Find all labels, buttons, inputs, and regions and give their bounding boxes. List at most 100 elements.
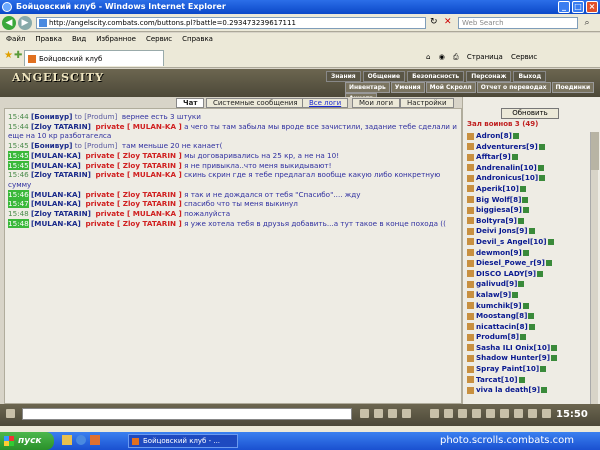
search-icon[interactable]: ⌕	[580, 17, 594, 29]
player-item[interactable]: nicattacin[8]	[467, 322, 595, 333]
player-name[interactable]: kalaw[9]	[476, 290, 511, 299]
player-name[interactable]: biggiesa[9]	[476, 205, 522, 214]
player-name[interactable]: galivud[9]	[476, 279, 517, 288]
quicklaunch-media-icon[interactable]	[90, 435, 100, 445]
player-name[interactable]: Produm[8]	[476, 332, 519, 341]
forward-button[interactable]: ▶	[18, 16, 32, 30]
close-button[interactable]: ×	[586, 1, 598, 13]
scroll-lock-icon[interactable]	[528, 409, 537, 418]
message-sender[interactable]: [Zloy TATARIN]	[31, 209, 91, 218]
sound-icon[interactable]	[486, 409, 495, 418]
sub-battles[interactable]: Поединки	[551, 82, 595, 93]
player-item[interactable]: Adron[8]	[467, 131, 595, 142]
menu-edit[interactable]: Правка	[35, 35, 62, 43]
player-item[interactable]: viva la death[9]	[467, 385, 595, 396]
message-recipient[interactable]: to [Produm]	[75, 141, 118, 150]
player-item[interactable]: Deivi Jons[9]	[467, 226, 595, 237]
exit-chat-icon[interactable]	[542, 409, 551, 418]
info-icon[interactable]	[512, 133, 519, 139]
nav-security[interactable]: Безопасность	[407, 71, 465, 82]
info-icon[interactable]	[547, 238, 554, 245]
nav-knowledge[interactable]: Знания	[326, 71, 361, 82]
player-item[interactable]: Big Wolf[8]	[467, 195, 595, 206]
player-item[interactable]: Devil_s Angel[10]	[467, 237, 595, 248]
tab-settings[interactable]: Настройки	[400, 98, 454, 108]
player-item[interactable]: Adventurers[9]	[467, 142, 595, 153]
sub-transfers[interactable]: Отчет о переводах	[476, 82, 551, 93]
info-icon[interactable]	[500, 409, 509, 418]
refresh-button[interactable]: Обновить	[501, 108, 559, 119]
player-item[interactable]: kumchik[9]	[467, 301, 595, 312]
tab-chat[interactable]: Чат	[176, 98, 205, 108]
tab-all-logs[interactable]: Все логи	[302, 98, 349, 108]
smile-icon[interactable]	[402, 409, 411, 418]
player-name[interactable]: Boltyra[9]	[476, 216, 517, 225]
player-name[interactable]: Sasha ILI Onix[10]	[476, 343, 550, 352]
info-icon[interactable]	[520, 334, 527, 341]
player-name[interactable]: Spray Paint[10]	[476, 364, 539, 373]
feeds-icon[interactable]: ◉	[439, 53, 445, 61]
player-item[interactable]: DISCO LADY[9]	[467, 269, 595, 280]
message-sender[interactable]: [MULAN-KA]	[31, 199, 81, 208]
bold-icon[interactable]	[360, 409, 369, 418]
print-icon[interactable]: ⎙	[453, 53, 459, 61]
player-name[interactable]: Tarcat[10]	[476, 375, 518, 384]
player-item[interactable]: Diesel_Powe_r[9]	[467, 258, 595, 269]
player-name[interactable]: viva la death[9]	[476, 385, 540, 394]
filter-icon[interactable]	[444, 409, 453, 418]
info-icon[interactable]	[545, 260, 552, 267]
page-menu[interactable]: Страница	[467, 53, 503, 61]
menu-file[interactable]: Файл	[6, 35, 25, 43]
address-input[interactable]: http://angelscity.combats.com/buttons.pl…	[36, 17, 426, 29]
player-name[interactable]: kumchik[9]	[476, 301, 522, 310]
search-input[interactable]: Web Search	[458, 17, 578, 29]
tools-menu[interactable]: Сервис	[511, 53, 537, 61]
info-icon[interactable]	[522, 196, 529, 203]
player-item[interactable]: galivud[9]	[467, 279, 595, 290]
info-icon[interactable]	[537, 270, 544, 277]
home-icon[interactable]: ⌂	[426, 53, 430, 61]
message-private[interactable]: private [ MULAN-KA ]	[95, 122, 181, 131]
info-icon[interactable]	[537, 164, 544, 171]
emote-icon[interactable]	[6, 409, 15, 418]
menu-tools[interactable]: Сервис	[146, 35, 172, 43]
player-name[interactable]: Adron[8]	[476, 131, 512, 140]
message-sender[interactable]: [Zloy TATARIN]	[31, 122, 91, 131]
sub-skills[interactable]: Умения	[390, 82, 425, 93]
player-name[interactable]: Deivi Jons[9]	[476, 226, 528, 235]
message-sender[interactable]: [MULAN-KA]	[31, 161, 81, 170]
menu-favorites[interactable]: Избранное	[96, 35, 136, 43]
sub-inventory[interactable]: Инвентарь	[345, 82, 390, 93]
info-icon[interactable]	[518, 281, 525, 288]
italic-icon[interactable]	[374, 409, 383, 418]
player-name[interactable]: Shadow Hunter[9]	[476, 353, 550, 362]
player-name[interactable]: Moostang[8]	[476, 311, 527, 320]
info-icon[interactable]	[528, 313, 535, 320]
player-name[interactable]: Andrenalin[10]	[476, 163, 537, 172]
back-button[interactable]: ◀	[2, 16, 16, 30]
info-icon[interactable]	[528, 228, 535, 235]
browser-tab[interactable]: Бойцовский клуб	[24, 50, 164, 66]
private-icon[interactable]	[472, 409, 481, 418]
quicklaunch-ie-icon[interactable]	[76, 435, 86, 445]
player-item[interactable]: Boltyra[9]	[467, 216, 595, 227]
start-button[interactable]: пуск	[0, 432, 54, 450]
tab-system-messages[interactable]: Системные сообщения	[206, 98, 305, 108]
message-private[interactable]: private [ MULAN-KA ]	[95, 209, 181, 218]
stop-icon[interactable]: ✕	[444, 17, 452, 27]
info-icon[interactable]	[522, 302, 529, 309]
player-item[interactable]: kalaw[9]	[467, 290, 595, 301]
player-item[interactable]: Afftar[9]	[467, 152, 595, 163]
quicklaunch-folder-icon[interactable]	[62, 435, 72, 445]
taskbar-item[interactable]: Бойцовский клуб - ...	[128, 434, 238, 448]
clear-icon[interactable]	[430, 409, 439, 418]
player-name[interactable]: Adventurers[9]	[476, 142, 538, 151]
player-name[interactable]: nicattacin[8]	[476, 322, 528, 331]
nav-exit[interactable]: Выход	[513, 71, 547, 82]
players-scrollbar[interactable]	[590, 132, 599, 404]
player-name[interactable]: Big Wolf[8]	[476, 195, 521, 204]
player-name[interactable]: Afftar[9]	[476, 152, 511, 161]
message-private[interactable]: private [ MULAN-KA ]	[95, 170, 181, 179]
message-sender[interactable]: [Zloy TATARIN]	[31, 170, 91, 179]
maximize-button[interactable]: □	[572, 1, 584, 13]
